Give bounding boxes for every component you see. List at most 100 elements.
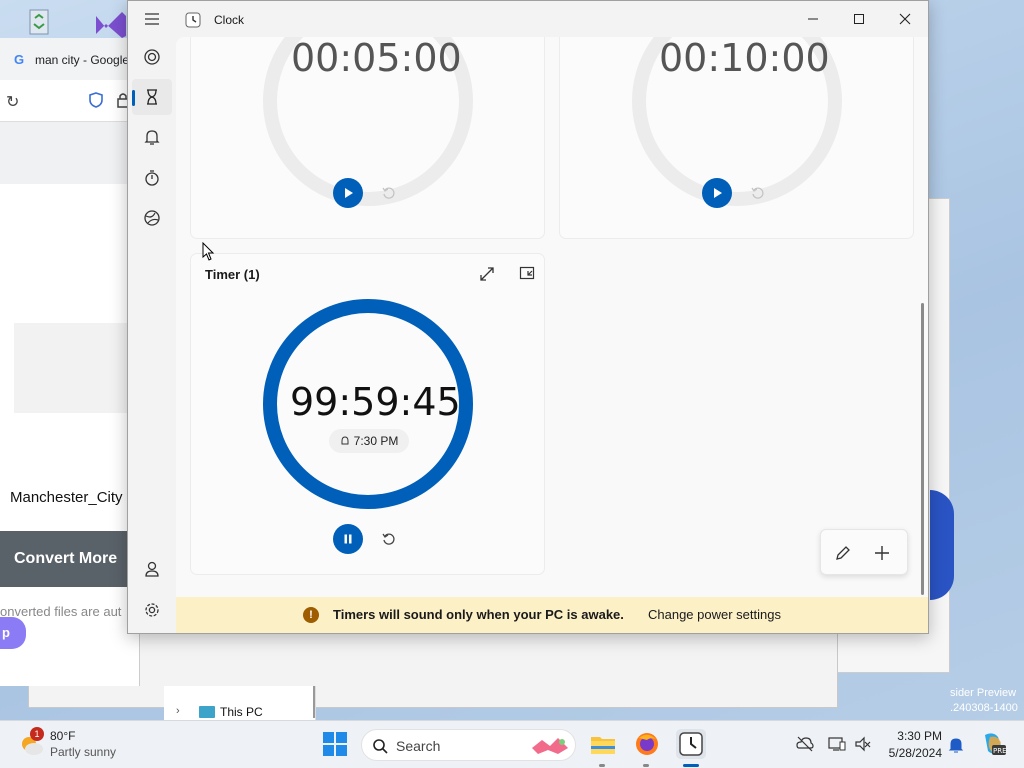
bell-icon — [144, 130, 160, 145]
chevron-right-icon[interactable]: › — [176, 705, 180, 717]
weather-badge: 1 — [30, 727, 44, 741]
explorer-running-indicator — [599, 764, 605, 767]
compact-overlay-icon[interactable] — [519, 266, 535, 282]
hourglass-icon — [147, 89, 157, 105]
active-app-indicator — [683, 764, 699, 767]
notification-bell-icon[interactable] — [948, 736, 964, 754]
reset-button[interactable] — [377, 181, 401, 205]
minimize-icon — [808, 18, 818, 20]
refresh-icon[interactable]: ↻ — [6, 92, 19, 112]
browser-tab-title: man city - Google — [35, 53, 130, 67]
edit-button[interactable] — [834, 544, 852, 562]
reset-button[interactable] — [746, 181, 770, 205]
pause-button[interactable] — [333, 524, 363, 554]
warning-icon: ! — [303, 607, 319, 623]
onedrive-offline-icon[interactable] — [796, 736, 814, 752]
nav-selection-indicator — [132, 90, 135, 106]
start-button[interactable] — [320, 729, 350, 759]
change-power-settings-link[interactable]: Change power settings — [648, 607, 781, 622]
scrollbar[interactable] — [921, 303, 924, 595]
side-purple-label: p — [2, 625, 10, 640]
stopwatch-icon — [145, 170, 159, 186]
browser-tab[interactable]: G man city - Google — [0, 38, 140, 80]
mouse-cursor-icon — [202, 242, 216, 262]
convert-more-button[interactable]: Convert More — [0, 531, 140, 587]
hamburger-menu-icon[interactable] — [144, 12, 160, 26]
watermark-line-2: .240308-1400 — [950, 702, 1018, 714]
banner-message: Timers will sound only when your PC is a… — [333, 607, 624, 622]
firefox-taskbar-icon[interactable] — [632, 729, 662, 759]
file-explorer-taskbar-icon[interactable] — [588, 729, 618, 759]
timer-card[interactable]: 00:10:00 — [559, 37, 914, 239]
nav-world-clock[interactable] — [140, 206, 164, 230]
account-button[interactable] — [140, 557, 164, 581]
taskbar: 1 80°F Partly sunny Search 3:30 PM 5/28/… — [0, 720, 1024, 768]
timer-time: 00:05:00 — [291, 37, 462, 80]
play-button[interactable] — [702, 178, 732, 208]
weather-description: Partly sunny — [50, 745, 117, 759]
timer-card[interactable]: 00:05:00 — [190, 37, 545, 239]
converted-files-note: onverted files are aut — [0, 604, 122, 619]
nav-alarm[interactable] — [140, 125, 164, 149]
reset-button[interactable] — [377, 527, 401, 551]
gear-icon — [145, 603, 159, 617]
timer-time: 99:59:45 — [290, 380, 461, 424]
svg-text:PRE: PRE — [993, 747, 1006, 755]
visual-studio-icon[interactable] — [92, 8, 128, 38]
network-volume-icon[interactable] — [854, 736, 872, 752]
taskbar-search[interactable]: Search — [361, 729, 576, 761]
add-timer-button[interactable] — [873, 544, 891, 562]
google-icon: G — [14, 52, 25, 67]
focus-icon — [144, 49, 160, 65]
search-icon — [372, 738, 388, 754]
maximize-icon — [854, 14, 864, 24]
taskbar-date[interactable]: 5/28/2024 — [878, 746, 942, 760]
play-button[interactable] — [333, 178, 363, 208]
maximize-button[interactable] — [836, 1, 882, 37]
shield-icon[interactable] — [88, 92, 104, 108]
settings-button[interactable] — [140, 598, 164, 622]
alarm-time-chip: 7:30 PM — [329, 429, 409, 453]
navigation-rail — [128, 37, 176, 633]
window-title: Clock — [214, 13, 245, 27]
weather-temperature: 80°F — [50, 729, 76, 743]
minimize-button[interactable] — [790, 1, 836, 37]
alarm-time: 7:30 PM — [353, 434, 399, 448]
reset-icon — [382, 533, 395, 545]
this-pc-label[interactable]: This PC — [220, 705, 263, 719]
play-icon — [714, 188, 722, 198]
pencil-icon — [836, 546, 850, 560]
clock-window: Clock 00:05:00 00:10:00 Timer (1) 99:59:… — [127, 0, 929, 634]
browser-header-area — [0, 122, 140, 184]
search-highlight-icon — [528, 734, 572, 758]
page-result-label[interactable]: Manchester_City — [10, 489, 123, 506]
timer-card-active[interactable]: Timer (1) 99:59:45 7:30 PM — [190, 253, 545, 575]
this-pc-icon — [199, 706, 215, 718]
title-bar[interactable]: Clock — [128, 1, 928, 37]
nav-timer[interactable] — [132, 79, 172, 115]
side-purple-button[interactable]: p — [0, 617, 26, 649]
timer-actions-bar — [820, 529, 908, 575]
reset-icon — [751, 187, 764, 199]
plus-icon — [875, 546, 889, 560]
clock-taskbar-icon[interactable] — [676, 729, 706, 759]
globe-icon — [144, 210, 160, 226]
taskbar-time[interactable]: 3:30 PM — [890, 729, 942, 743]
browser-toolbar: ↻ — [0, 80, 140, 122]
insider-watermark: sider Preview .240308-1400 — [950, 686, 1018, 716]
timer-time: 00:10:00 — [659, 37, 830, 80]
firefox-running-indicator — [643, 764, 649, 767]
close-button[interactable] — [882, 1, 928, 37]
expand-icon[interactable] — [479, 266, 495, 282]
pause-icon — [344, 534, 352, 544]
nav-stopwatch[interactable] — [140, 166, 164, 190]
watermark-line-1: sider Preview — [950, 687, 1017, 699]
blue-shape — [930, 490, 954, 600]
recycle-bin-icon[interactable] — [22, 6, 56, 36]
windows-logo-icon — [323, 732, 347, 756]
display-icon[interactable] — [828, 736, 846, 752]
copilot-icon[interactable]: PRE — [980, 731, 1006, 757]
convert-more-label: Convert More — [14, 550, 118, 567]
reset-icon — [382, 187, 395, 199]
nav-focus-sessions[interactable] — [140, 45, 164, 69]
